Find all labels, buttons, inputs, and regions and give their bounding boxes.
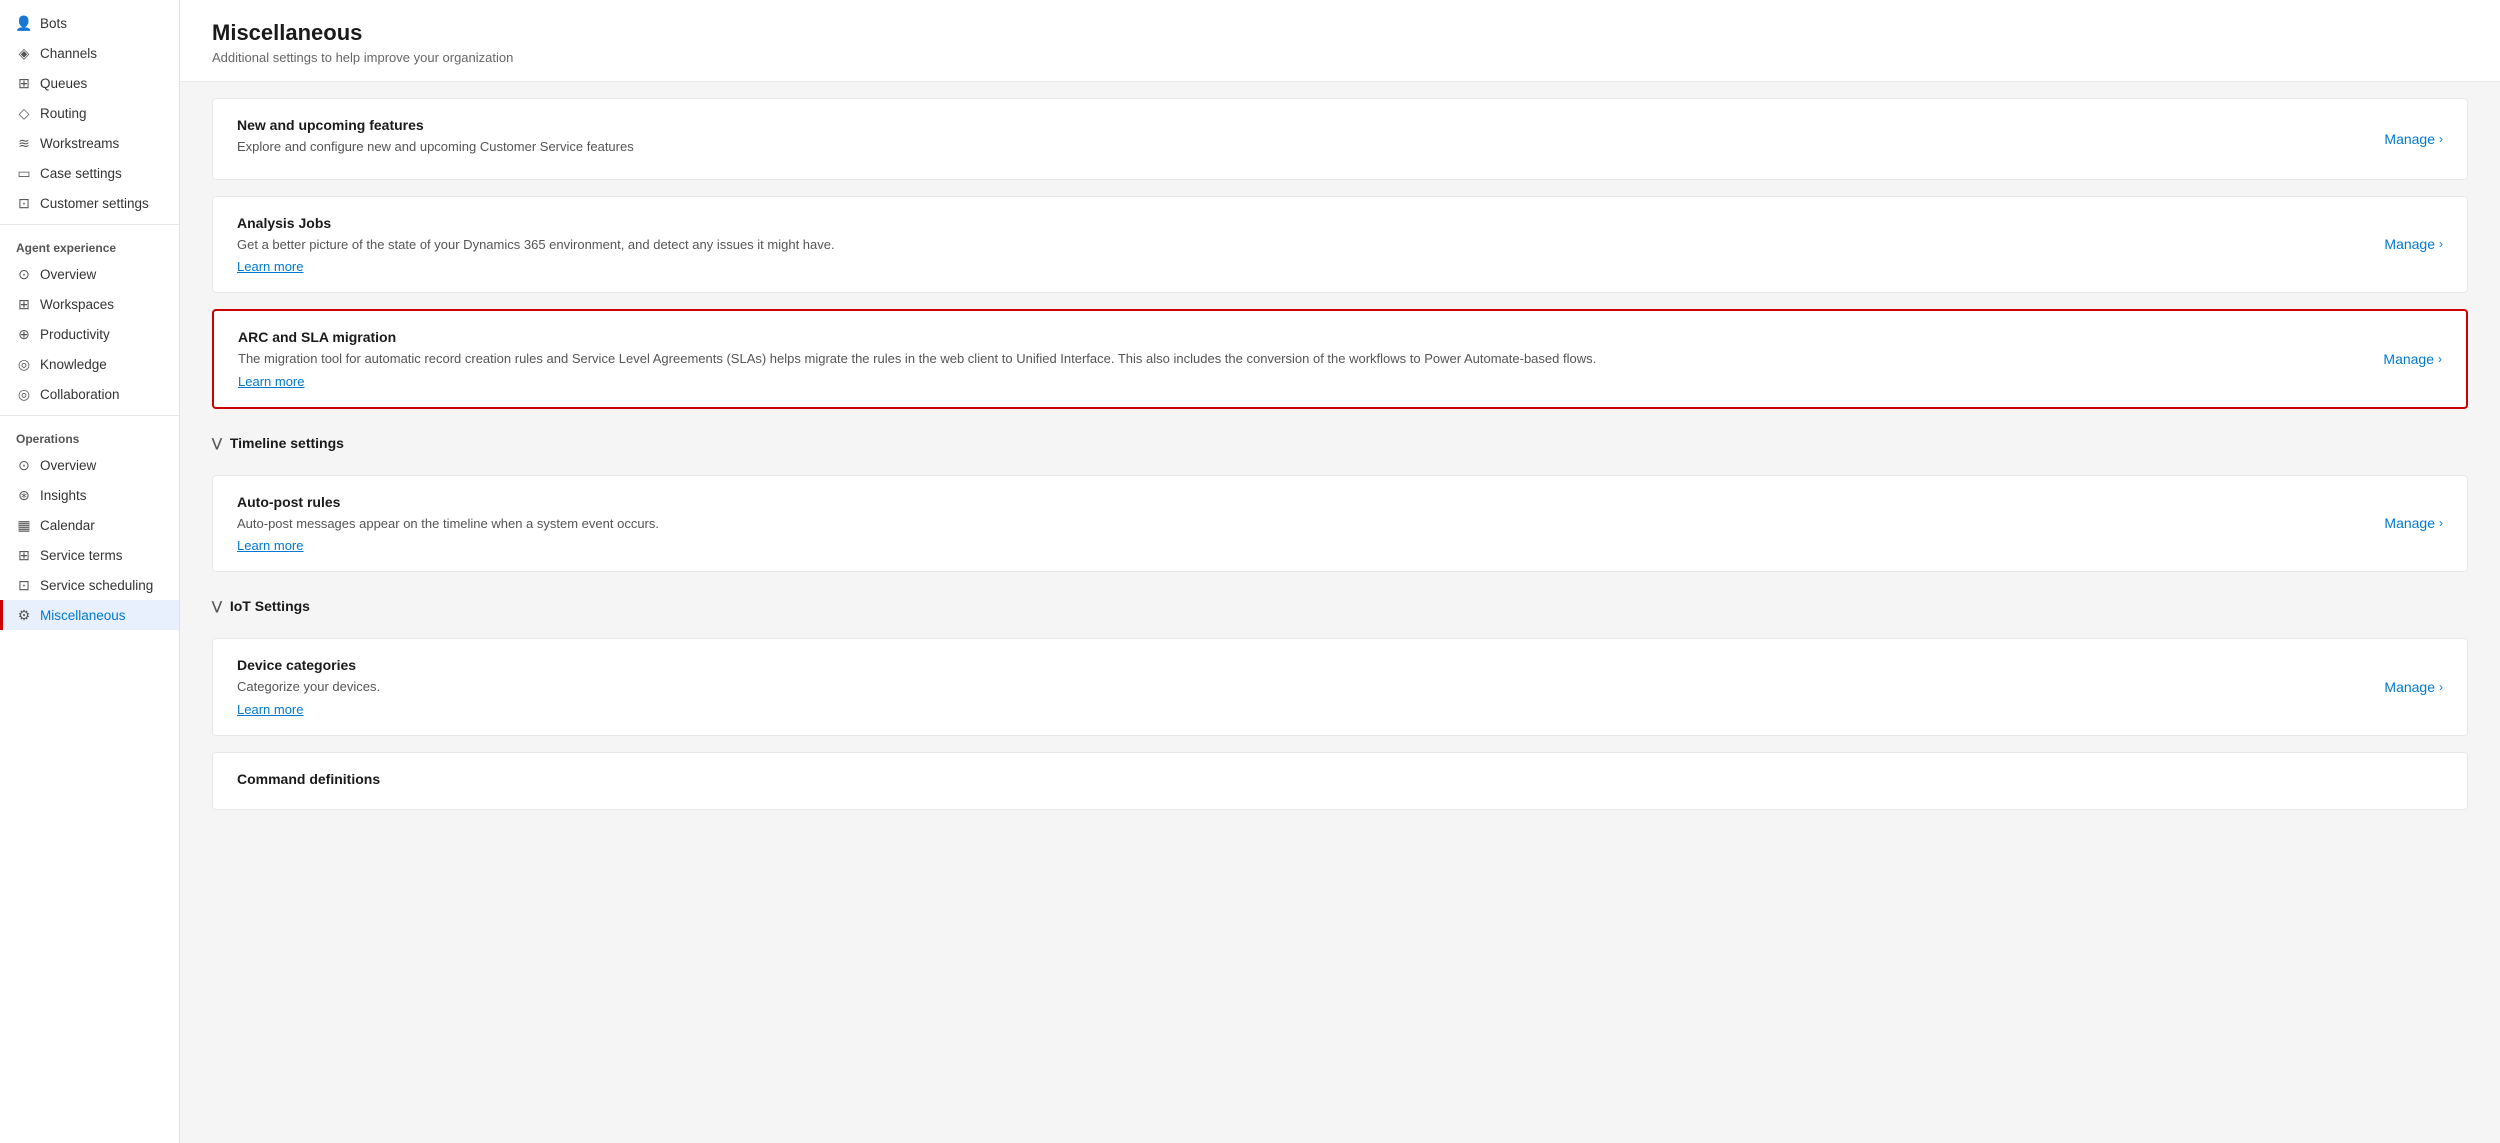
chevron-right-icon-3: › (2438, 352, 2442, 366)
sidebar-item-op-service-scheduling[interactable]: ⊡ Service scheduling (0, 570, 179, 600)
page-subtitle: Additional settings to help improve your… (212, 50, 2468, 65)
op-service-terms-icon: ⊞ (16, 547, 32, 563)
timeline-collapse-icon: ⋁ (212, 436, 222, 450)
card-device-categories-manage[interactable]: Manage › (2360, 679, 2443, 695)
sidebar-item-routing[interactable]: ◇ Routing (0, 98, 179, 128)
ae-overview-icon: ⊙ (16, 266, 32, 282)
card-device-categories: Device categories Categorize your device… (212, 638, 2468, 736)
card-auto-post-left: Auto-post rules Auto-post messages appea… (237, 494, 2360, 554)
sidebar-item-case-settings[interactable]: ▭ Case settings (0, 158, 179, 188)
chevron-right-icon-4: › (2439, 516, 2443, 530)
page-header: Miscellaneous Additional settings to hel… (180, 0, 2500, 82)
chevron-right-icon-2: › (2439, 237, 2443, 251)
iot-section-label: IoT Settings (230, 598, 310, 614)
ae-collaboration-icon: ◎ (16, 386, 32, 402)
card-new-features: New and upcoming features Explore and co… (212, 98, 2468, 180)
card-arc-sla: ARC and SLA migration The migration tool… (212, 309, 2468, 409)
divider-2 (0, 415, 179, 416)
sidebar-item-customer-settings[interactable]: ⊡ Customer settings (0, 188, 179, 218)
card-arc-sla-left: ARC and SLA migration The migration tool… (238, 329, 2359, 389)
sidebar-item-ae-collaboration[interactable]: ◎ Collaboration (0, 379, 179, 409)
sidebar-item-op-service-terms[interactable]: ⊞ Service terms (0, 540, 179, 570)
sidebar-item-ae-workspaces[interactable]: ⊞ Workspaces (0, 289, 179, 319)
sidebar-item-ae-productivity[interactable]: ⊕ Productivity (0, 319, 179, 349)
channels-icon: ◈ (16, 45, 32, 61)
queues-icon: ⊞ (16, 75, 32, 91)
card-device-categories-link[interactable]: Learn more (237, 702, 303, 717)
card-device-categories-desc: Categorize your devices. (237, 677, 2360, 697)
sidebar-item-workstreams[interactable]: ≋ Workstreams (0, 128, 179, 158)
card-analysis-jobs-link[interactable]: Learn more (237, 259, 303, 274)
bots-icon: 👤 (16, 15, 32, 31)
card-arc-sla-desc: The migration tool for automatic record … (238, 349, 2359, 369)
ae-knowledge-icon: ◎ (16, 356, 32, 372)
card-command-definitions: Command definitions (212, 752, 2468, 810)
sidebar-item-channels[interactable]: ◈ Channels (0, 38, 179, 68)
iot-section-header[interactable]: ⋁ IoT Settings (212, 584, 2468, 622)
sidebar-item-op-overview[interactable]: ⊙ Overview (0, 450, 179, 480)
card-device-categories-left: Device categories Categorize your device… (237, 657, 2360, 717)
card-auto-post-link[interactable]: Learn more (237, 538, 303, 553)
sidebar-item-ae-knowledge[interactable]: ◎ Knowledge (0, 349, 179, 379)
sidebar-item-bots[interactable]: 👤 Bots (0, 8, 179, 38)
card-analysis-jobs-title: Analysis Jobs (237, 215, 2360, 231)
card-arc-sla-link[interactable]: Learn more (238, 374, 304, 389)
sidebar-item-ae-overview[interactable]: ⊙ Overview (0, 259, 179, 289)
chevron-right-icon: › (2439, 132, 2443, 146)
ae-productivity-icon: ⊕ (16, 326, 32, 342)
timeline-section-label: Timeline settings (230, 435, 344, 451)
op-overview-icon: ⊙ (16, 457, 32, 473)
chevron-right-icon-5: › (2439, 680, 2443, 694)
card-new-features-title: New and upcoming features (237, 117, 2360, 133)
card-new-features-desc: Explore and configure new and upcoming C… (237, 137, 2360, 157)
page-title: Miscellaneous (212, 20, 2468, 46)
op-calendar-icon: ▦ (16, 517, 32, 533)
card-new-features-manage[interactable]: Manage › (2360, 131, 2443, 147)
sidebar: 👤 Bots ◈ Channels ⊞ Queues ◇ Routing ≋ W… (0, 0, 180, 1143)
main-content: Miscellaneous Additional settings to hel… (180, 0, 2500, 1143)
card-analysis-jobs-desc: Get a better picture of the state of you… (237, 235, 2360, 255)
card-arc-sla-title: ARC and SLA migration (238, 329, 2359, 345)
card-auto-post-title: Auto-post rules (237, 494, 2360, 510)
ae-workspaces-icon: ⊞ (16, 296, 32, 312)
op-insights-icon: ⊛ (16, 487, 32, 503)
case-settings-icon: ▭ (16, 165, 32, 181)
content-area: New and upcoming features Explore and co… (180, 98, 2500, 842)
card-analysis-jobs-left: Analysis Jobs Get a better picture of th… (237, 215, 2360, 275)
card-command-definitions-title: Command definitions (237, 771, 2443, 787)
iot-collapse-icon: ⋁ (212, 599, 222, 613)
card-device-categories-title: Device categories (237, 657, 2360, 673)
sidebar-item-queues[interactable]: ⊞ Queues (0, 68, 179, 98)
op-miscellaneous-icon: ⚙ (16, 607, 32, 623)
workstreams-icon: ≋ (16, 135, 32, 151)
customer-settings-icon: ⊡ (16, 195, 32, 211)
operations-header: Operations (0, 422, 179, 450)
agent-experience-header: Agent experience (0, 231, 179, 259)
card-analysis-jobs-manage[interactable]: Manage › (2360, 236, 2443, 252)
card-auto-post: Auto-post rules Auto-post messages appea… (212, 475, 2468, 573)
card-auto-post-desc: Auto-post messages appear on the timelin… (237, 514, 2360, 534)
sidebar-item-op-calendar[interactable]: ▦ Calendar (0, 510, 179, 540)
routing-icon: ◇ (16, 105, 32, 121)
card-analysis-jobs: Analysis Jobs Get a better picture of th… (212, 196, 2468, 294)
timeline-section-header[interactable]: ⋁ Timeline settings (212, 421, 2468, 459)
op-service-scheduling-icon: ⊡ (16, 577, 32, 593)
card-arc-sla-manage[interactable]: Manage › (2359, 351, 2442, 367)
card-auto-post-manage[interactable]: Manage › (2360, 515, 2443, 531)
sidebar-item-op-miscellaneous[interactable]: ⚙ Miscellaneous (0, 600, 179, 630)
card-new-features-left: New and upcoming features Explore and co… (237, 117, 2360, 161)
card-command-definitions-left: Command definitions (237, 771, 2443, 791)
divider-1 (0, 224, 179, 225)
sidebar-item-op-insights[interactable]: ⊛ Insights (0, 480, 179, 510)
